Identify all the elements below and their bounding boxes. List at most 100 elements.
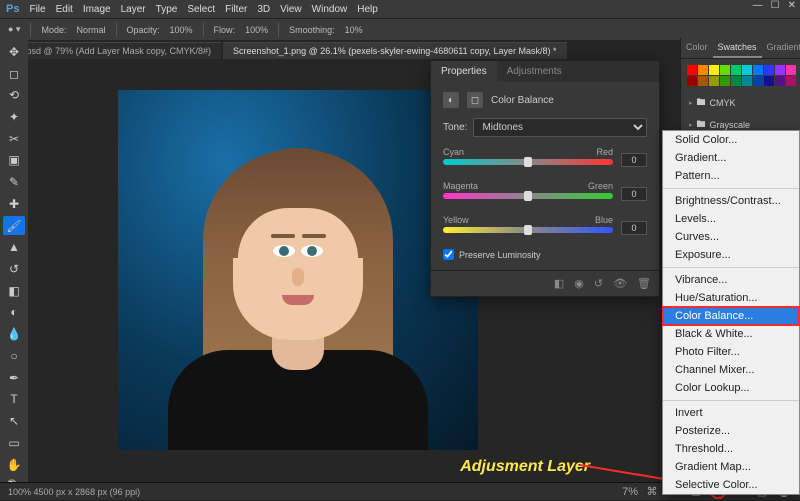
magenta-green-slider[interactable] <box>443 193 613 207</box>
frame-tool[interactable]: ▣ <box>3 151 25 171</box>
menu-item[interactable]: Gradient Map... <box>663 458 799 476</box>
heal-tool[interactable]: ✚ <box>3 194 25 214</box>
visibility-icon[interactable]: 👁 <box>613 277 627 290</box>
menu-help[interactable]: Help <box>357 4 378 15</box>
brush-tool[interactable]: 🖌 <box>3 216 25 236</box>
menu-item[interactable]: Threshold... <box>663 440 799 458</box>
swatch[interactable] <box>687 76 697 86</box>
menu-item[interactable]: Levels... <box>663 210 799 228</box>
view-previous-icon[interactable]: ◉ <box>574 277 584 290</box>
tab-properties[interactable]: Properties <box>431 61 497 82</box>
checkbox-input[interactable] <box>443 249 454 260</box>
menu-item[interactable]: Selective Color... <box>663 476 799 494</box>
swatch[interactable] <box>720 65 730 75</box>
marquee-tool[interactable]: ◻ <box>3 64 25 84</box>
mode-select[interactable]: Normal <box>76 25 105 35</box>
swatch[interactable] <box>786 65 796 75</box>
cyan-red-value[interactable]: 0 <box>621 153 647 167</box>
menu-item[interactable]: Black & White... <box>663 325 799 343</box>
maximize-icon[interactable]: ☐ <box>771 0 780 11</box>
preserve-luminosity-checkbox[interactable]: Preserve Luminosity <box>443 249 647 260</box>
wand-tool[interactable]: ✦ <box>3 107 25 127</box>
pen-tool[interactable]: ✒ <box>3 368 25 388</box>
menu-edit[interactable]: Edit <box>56 4 73 15</box>
yellow-blue-value[interactable]: 0 <box>621 221 647 235</box>
crop-tool[interactable]: ✂ <box>3 129 25 149</box>
swatch-folder[interactable]: 🖿CMYK <box>681 92 800 114</box>
menu-layer[interactable]: Layer <box>121 4 146 15</box>
brush-preview-icon[interactable]: ● ▾ <box>8 24 20 35</box>
lasso-tool[interactable]: ⟲ <box>3 85 25 105</box>
magenta-green-value[interactable]: 0 <box>621 187 647 201</box>
swatch[interactable] <box>786 76 796 86</box>
eyedropper-tool[interactable]: ✎ <box>3 172 25 192</box>
swatch[interactable] <box>753 65 763 75</box>
menu-item[interactable]: Hue/Saturation... <box>663 289 799 307</box>
menu-item[interactable]: Color Lookup... <box>663 379 799 397</box>
swatch[interactable] <box>775 76 785 86</box>
menu-item[interactable]: Exposure... <box>663 246 799 264</box>
swatch[interactable] <box>698 65 708 75</box>
close-icon[interactable]: ✕ <box>788 0 796 11</box>
menu-item[interactable]: Brightness/Contrast... <box>663 192 799 210</box>
minimize-icon[interactable]: — <box>753 0 763 11</box>
document-tab[interactable]: Screenshot_1.png @ 26.1% (pexels-skyler-… <box>223 42 566 59</box>
swatch[interactable] <box>709 76 719 86</box>
eraser-tool[interactable]: ◧ <box>3 281 25 301</box>
swatch[interactable] <box>731 76 741 86</box>
history-brush-tool[interactable]: ↺ <box>3 259 25 279</box>
stamp-tool[interactable]: ▲ <box>3 237 25 257</box>
menu-3d[interactable]: 3D <box>257 4 270 15</box>
document-tab[interactable]: All.psd @ 79% (Add Layer Mask copy, CMYK… <box>4 42 221 59</box>
tab-gradients[interactable]: Gradients <box>762 38 800 58</box>
swatch[interactable] <box>742 76 752 86</box>
blur-tool[interactable]: 💧 <box>3 324 25 344</box>
dodge-tool[interactable]: ○ <box>3 346 25 366</box>
menu-select[interactable]: Select <box>187 4 215 15</box>
clip-to-layer-icon[interactable]: ◧ <box>554 277 564 290</box>
menu-item[interactable]: Photo Filter... <box>663 343 799 361</box>
cyan-red-slider[interactable] <box>443 159 613 173</box>
tab-swatches[interactable]: Swatches <box>713 38 762 58</box>
gradient-tool[interactable]: ◐ <box>3 303 25 323</box>
reset-icon[interactable]: ↺ <box>594 277 603 290</box>
tab-adjustments[interactable]: Adjustments <box>497 61 572 82</box>
menu-item[interactable]: Invert <box>663 404 799 422</box>
swatch[interactable] <box>764 65 774 75</box>
shape-tool[interactable]: ▭ <box>3 433 25 453</box>
swatch[interactable] <box>764 76 774 86</box>
menu-file[interactable]: File <box>29 4 45 15</box>
menu-item[interactable]: Pattern... <box>663 167 799 185</box>
flow-input[interactable]: 100% <box>245 25 268 35</box>
menu-item[interactable]: Channel Mixer... <box>663 361 799 379</box>
menu-item[interactable]: Curves... <box>663 228 799 246</box>
canvas[interactable] <box>118 90 478 450</box>
tab-color[interactable]: Color <box>681 38 713 58</box>
menu-item[interactable]: Posterize... <box>663 422 799 440</box>
menu-window[interactable]: Window <box>312 4 348 15</box>
swatch[interactable] <box>698 76 708 86</box>
menu-item[interactable]: Solid Color... <box>663 131 799 149</box>
menu-item[interactable]: Vibrance... <box>663 271 799 289</box>
yellow-blue-slider[interactable] <box>443 227 613 241</box>
swatch[interactable] <box>775 65 785 75</box>
delete-icon[interactable]: 🗑 <box>637 277 651 290</box>
opacity-input[interactable]: 100% <box>170 25 193 35</box>
type-tool[interactable]: T <box>3 390 25 410</box>
move-tool[interactable]: ✥ <box>3 42 25 62</box>
tone-select[interactable]: Midtones <box>473 118 647 137</box>
swatch[interactable] <box>709 65 719 75</box>
menu-filter[interactable]: Filter <box>225 4 247 15</box>
swatch[interactable] <box>687 65 697 75</box>
menu-image[interactable]: Image <box>83 4 111 15</box>
swatch[interactable] <box>720 76 730 86</box>
swatch[interactable] <box>731 65 741 75</box>
menu-item[interactable]: Gradient... <box>663 149 799 167</box>
hand-tool[interactable]: ✋ <box>3 455 25 475</box>
menu-view[interactable]: View <box>280 4 302 15</box>
menu-type[interactable]: Type <box>156 4 178 15</box>
swatch[interactable] <box>742 65 752 75</box>
swatch[interactable] <box>753 76 763 86</box>
menu-item[interactable]: Color Balance... <box>663 307 799 325</box>
path-tool[interactable]: ↖ <box>3 411 25 431</box>
